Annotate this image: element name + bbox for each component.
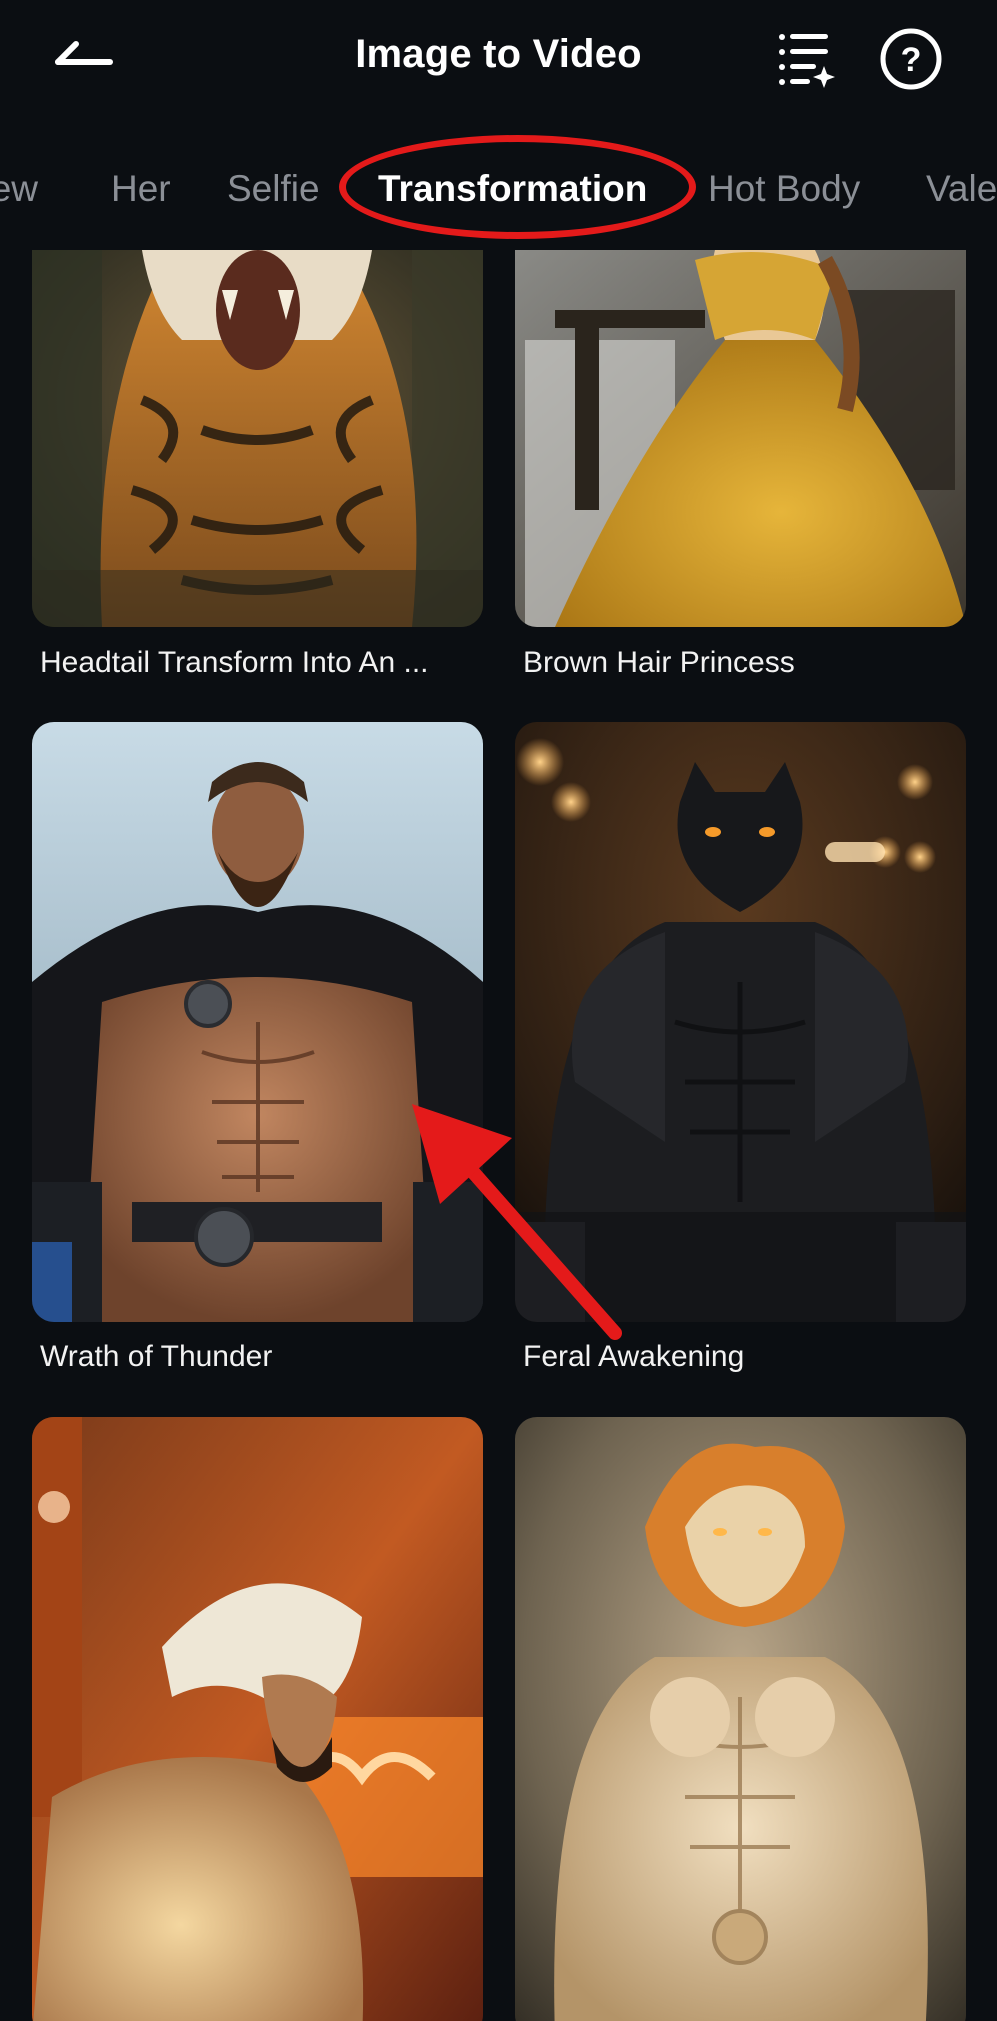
princess-thumbnail [515, 250, 966, 627]
sparkle-list-icon [779, 34, 835, 88]
image-to-video-screen: Image to Video ? New Her Selfi [0, 0, 997, 2021]
viking-thumbnail [32, 722, 483, 1322]
card-label-princess: Brown Hair Princess [523, 646, 795, 679]
template-card-feral-awakening[interactable] [515, 722, 966, 1322]
tab-valentine[interactable]: Valentine [926, 168, 997, 210]
template-list-button[interactable] [776, 28, 836, 88]
help-glyph: ? [901, 41, 922, 79]
turban-man-thumbnail [32, 1417, 483, 2021]
tab-her[interactable]: Her [111, 168, 171, 210]
template-card-tiger[interactable] [32, 250, 483, 627]
template-card-princess[interactable] [515, 250, 966, 627]
template-card-6[interactable] [515, 1417, 966, 2021]
help-circle-icon: ? [880, 28, 942, 90]
lion-thumbnail [515, 1417, 966, 2021]
template-card-5[interactable] [32, 1417, 483, 2021]
top-app-bar: Image to Video ? [0, 0, 997, 118]
panther-thumbnail [515, 722, 966, 1322]
card-label-headtail: Headtail Transform Into An ... [40, 646, 429, 679]
tab-hot-body[interactable]: Hot Body [708, 168, 860, 210]
tab-new[interactable]: New [0, 168, 38, 210]
tiger-thumbnail [32, 250, 483, 627]
category-tabs: New Her Selfie Transformation Hot Body V… [0, 150, 997, 230]
help-button[interactable]: ? [878, 26, 944, 92]
card-label-feral-awakening: Feral Awakening [523, 1340, 745, 1373]
tab-transformation[interactable]: Transformation [378, 168, 647, 210]
tab-selfie[interactable]: Selfie [227, 168, 320, 210]
page-title: Image to Video [355, 32, 642, 76]
card-label-wrath-of-thunder: Wrath of Thunder [40, 1340, 273, 1373]
template-card-wrath-of-thunder[interactable] [32, 722, 483, 1322]
